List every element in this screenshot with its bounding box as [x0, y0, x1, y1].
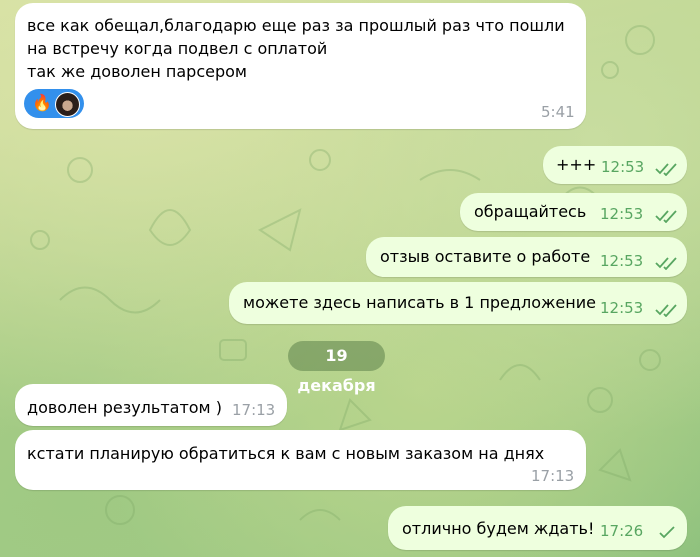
- message-text: кстати планирую обратиться к вам с новым…: [27, 444, 545, 463]
- message-bubble-outgoing[interactable]: отзыв оставите о работе 12:53: [366, 237, 687, 277]
- message-bubble-incoming[interactable]: кстати планирую обратиться к вам с новым…: [15, 430, 586, 490]
- message-time: 17:13: [232, 401, 276, 419]
- read-checkmarks-icon: [655, 304, 677, 317]
- message-bubble-incoming[interactable]: доволен результатом ) 17:13: [15, 384, 287, 426]
- message-time: 12:53: [601, 158, 645, 176]
- message-time: 12:53: [600, 299, 644, 317]
- message-bubble-outgoing[interactable]: обращайтесь 12:53: [460, 193, 687, 231]
- message-bubble-outgoing[interactable]: +++ 12:53: [543, 146, 687, 184]
- message-text: +++: [556, 155, 597, 174]
- message-bubble-outgoing[interactable]: отлично будем ждать! 17:26: [388, 506, 687, 550]
- message-time: 5:41: [541, 103, 575, 121]
- read-checkmarks-icon: [655, 257, 677, 270]
- message-text-line: все как обещал,благодарю еще раз за прош…: [27, 16, 565, 35]
- read-check-icon: [659, 526, 675, 539]
- reaction-avatar: [55, 92, 80, 117]
- date-separator: 19 декабря: [288, 341, 385, 395]
- message-text-line: так же доволен парсером: [27, 62, 247, 81]
- read-checkmarks-icon: [655, 163, 677, 176]
- message-bubble-incoming[interactable]: все как обещал,благодарю еще раз за прош…: [15, 3, 586, 129]
- message-text: отзыв оставите о работе: [380, 247, 591, 266]
- fire-emoji-icon: 🔥: [32, 93, 52, 112]
- message-text-line: на встречу когда подвел с оплатой: [27, 39, 328, 58]
- message-time: 17:13: [531, 467, 575, 485]
- message-text: отлично будем ждать!: [402, 519, 595, 538]
- message-bubble-outgoing[interactable]: можете здесь написать в 1 предложение 12…: [229, 282, 687, 324]
- message-text: доволен результатом ): [27, 398, 222, 417]
- message-text: можете здесь написать в 1 предложение: [243, 293, 596, 312]
- message-text: обращайтесь: [474, 202, 587, 221]
- message-time: 12:53: [600, 252, 644, 270]
- read-checkmarks-icon: [655, 210, 677, 223]
- reaction-pill[interactable]: 🔥: [24, 89, 84, 118]
- message-time: 12:53: [600, 205, 644, 223]
- message-time: 17:26: [600, 522, 644, 540]
